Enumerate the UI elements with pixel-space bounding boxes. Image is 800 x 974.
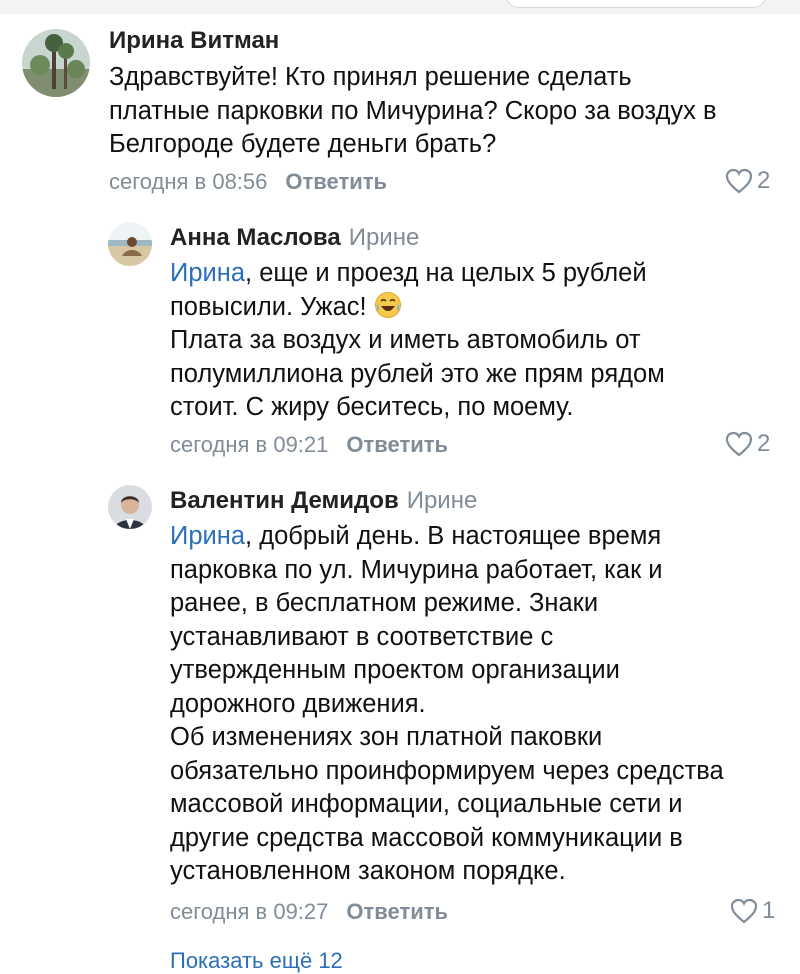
reply-button[interactable]: Ответить <box>285 169 387 194</box>
reply-button[interactable]: Ответить <box>346 899 448 924</box>
laughing-tears-emoji <box>374 291 402 319</box>
heart-outline-icon <box>730 898 758 924</box>
comment-author[interactable]: Ирина Витман <box>109 27 279 55</box>
comment-text: Ирина, добрый день. В настоящее время па… <box>170 522 724 885</box>
comment-meta: сегодня в 09:27 Ответить <box>170 899 448 925</box>
comment-time: сегодня в 08:56 <box>109 169 268 194</box>
search-bar-edge <box>0 0 800 14</box>
avatar[interactable] <box>108 485 152 529</box>
like-count: 1 <box>762 897 776 924</box>
avatar[interactable] <box>22 29 90 97</box>
show-more-replies-link[interactable]: Показать ещё 12 <box>170 948 343 974</box>
mention-link[interactable]: Ирина <box>170 259 245 287</box>
comment-time: сегодня в 09:21 <box>170 432 329 457</box>
mention-link[interactable]: Ирина <box>170 522 245 550</box>
comment-time: сегодня в 09:27 <box>170 899 329 924</box>
comment-author[interactable]: Валентин Демидов Ирине <box>170 487 477 515</box>
heart-outline-icon <box>725 431 753 457</box>
comment-text: Ирина, еще и проезд на целых 5 рублей по… <box>170 259 665 421</box>
like-count: 2 <box>757 167 771 194</box>
like-button[interactable]: 2 <box>725 431 770 457</box>
reply-to-label[interactable]: Ирине <box>349 224 420 251</box>
avatar[interactable] <box>108 222 152 266</box>
like-count: 2 <box>757 430 771 457</box>
like-button[interactable]: 1 <box>730 898 775 924</box>
reply-to-label[interactable]: Ирине <box>407 487 478 514</box>
like-button[interactable]: 2 <box>725 168 770 194</box>
comment-meta: сегодня в 08:56 Ответить <box>109 169 387 195</box>
search-field-edge[interactable] <box>505 0 767 8</box>
heart-outline-icon <box>725 168 753 194</box>
reply-button[interactable]: Ответить <box>346 432 448 457</box>
comment-meta: сегодня в 09:21 Ответить <box>170 432 448 458</box>
comment-author[interactable]: Анна Маслова Ирине <box>170 224 419 252</box>
comment-text: Здравствуйте! Кто принял решение сделать… <box>109 63 717 158</box>
